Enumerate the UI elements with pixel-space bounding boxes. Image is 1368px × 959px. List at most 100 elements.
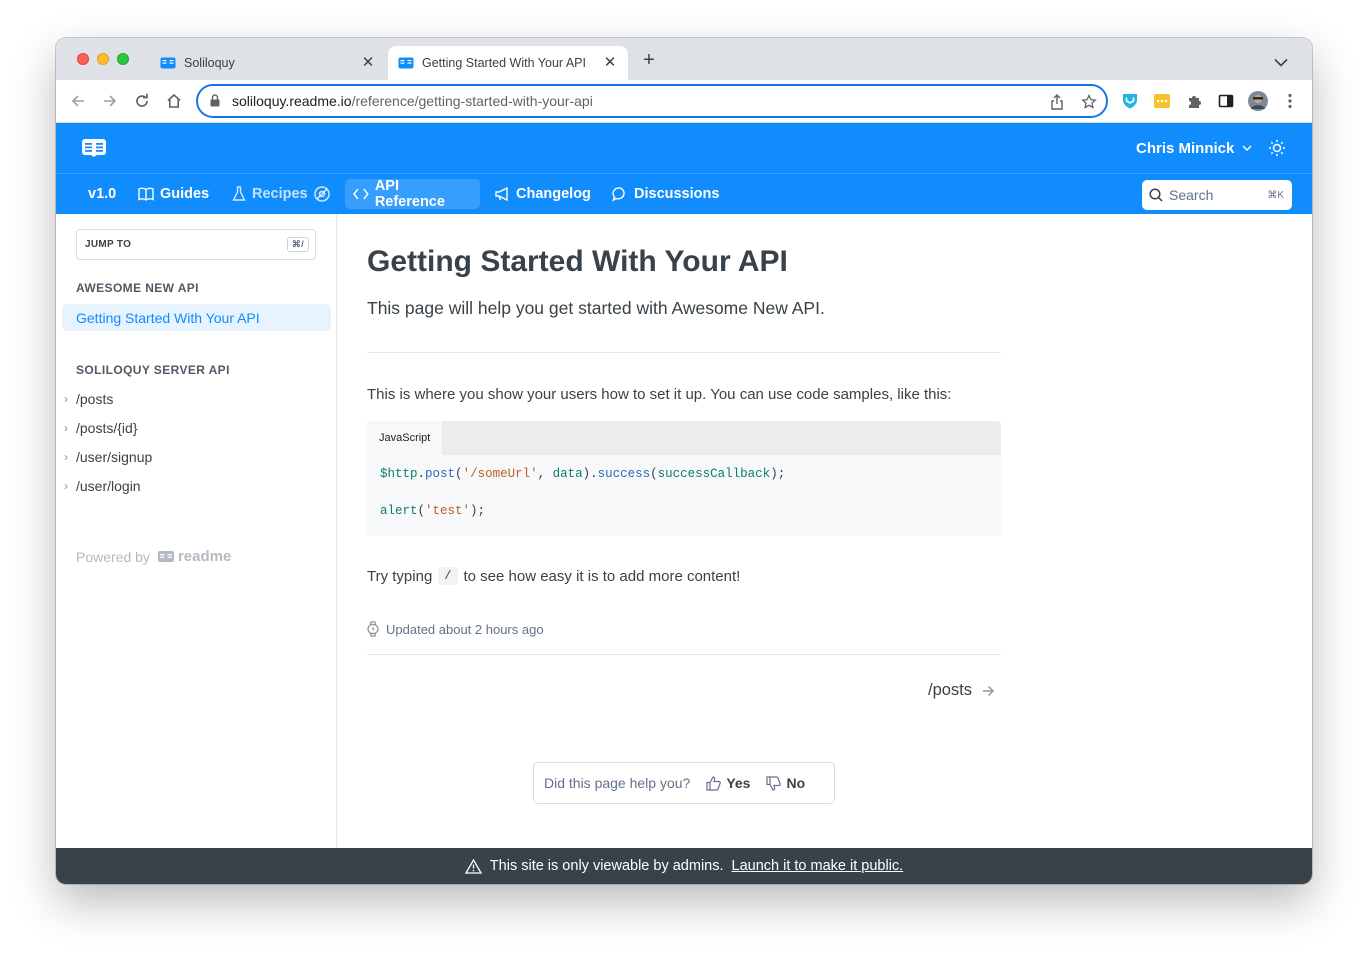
- jump-to-shortcut: ⌘/: [286, 237, 309, 252]
- sidebar-item-user-signup[interactable]: › /user/signup: [64, 449, 152, 465]
- new-tab-button[interactable]: +: [640, 50, 658, 70]
- nav-api-reference[interactable]: API Reference: [345, 178, 480, 210]
- user-name: Chris Minnick: [1136, 140, 1235, 157]
- nav-label: Changelog: [516, 186, 591, 202]
- readme-brand: readme: [177, 548, 232, 565]
- main-content: Getting Started With Your API This page …: [338, 214, 1312, 848]
- back-arrow-icon[interactable]: [68, 91, 88, 111]
- tab-title: Soliloquy: [184, 56, 235, 70]
- nav-label: API Reference: [374, 178, 445, 210]
- sidebar-item-user-login[interactable]: › /user/login: [64, 478, 141, 494]
- tab-getting-started[interactable]: Getting Started With Your API ✕: [388, 46, 628, 80]
- feedback-yes-button[interactable]: Yes: [706, 775, 750, 791]
- readme-logo-icon[interactable]: [82, 139, 106, 157]
- chevron-right-icon: ›: [64, 392, 68, 406]
- extension-password-icon[interactable]: [1152, 91, 1172, 111]
- nav-guides[interactable]: Guides: [130, 179, 217, 209]
- nav-label: Guides: [160, 186, 210, 202]
- sidebar-item-posts[interactable]: › /posts: [64, 391, 113, 407]
- code-tab-javascript[interactable]: JavaScript: [367, 421, 443, 455]
- chevron-down-icon: [1242, 145, 1252, 152]
- sidebar-item-label: /posts/{id}: [76, 420, 138, 436]
- site-nav: v1.0 Guides Recipes API Reference Change…: [56, 174, 1312, 214]
- nav-changelog[interactable]: Changelog: [486, 179, 599, 209]
- nav-label: Discussions: [634, 186, 720, 202]
- inline-code: /: [438, 567, 458, 585]
- code-tabs: JavaScript: [367, 421, 1001, 455]
- close-window-button[interactable]: [77, 53, 89, 65]
- profile-avatar[interactable]: [1248, 91, 1268, 111]
- tab-strip: Soliloquy ✕ Getting Started With Your AP…: [56, 38, 1312, 80]
- search-icon: [1149, 188, 1163, 202]
- chat-bubble-icon: [612, 187, 625, 202]
- sidebar-item-label: /user/login: [76, 478, 141, 494]
- extensions-puzzle-icon[interactable]: [1184, 91, 1204, 111]
- bookmark-star-icon[interactable]: [1080, 93, 1098, 111]
- admin-notice-text: This site is only viewable by admins.: [489, 858, 724, 874]
- address-bar[interactable]: soliloquy.readme.io/reference/getting-st…: [196, 84, 1108, 118]
- thumbs-up-icon: [706, 775, 722, 791]
- reload-icon[interactable]: [132, 91, 152, 111]
- jump-to-label: JUMP TO: [85, 239, 132, 250]
- tab-soliloquy[interactable]: Soliloquy ✕: [150, 46, 386, 80]
- browser-menu-icon[interactable]: [1280, 91, 1300, 111]
- browser-toolbar: soliloquy.readme.io/reference/getting-st…: [56, 80, 1312, 123]
- readme-logo-icon: [157, 550, 174, 562]
- divider: [367, 654, 1001, 655]
- share-icon[interactable]: [1048, 93, 1066, 111]
- chevron-right-icon: ›: [64, 450, 68, 464]
- user-menu[interactable]: Chris Minnick: [1136, 140, 1252, 157]
- powered-by-readme[interactable]: Powered by readme: [76, 548, 231, 565]
- readme-wordmark: readme: [157, 548, 232, 565]
- arrow-right-icon: [983, 685, 995, 696]
- version-label: v1.0: [88, 186, 117, 202]
- feedback-no-button[interactable]: No: [766, 775, 805, 791]
- nav-discussions[interactable]: Discussions: [604, 179, 727, 209]
- version-selector[interactable]: v1.0: [80, 179, 124, 209]
- side-panel-icon[interactable]: [1216, 91, 1236, 111]
- tab-close-icon[interactable]: ✕: [602, 55, 618, 71]
- readme-favicon-icon: [160, 55, 176, 71]
- sun-theme-icon[interactable]: [1268, 139, 1286, 157]
- chevron-right-icon: ›: [64, 421, 68, 435]
- code-brackets-icon: [353, 188, 369, 200]
- tab-title: Getting Started With Your API: [422, 56, 586, 70]
- megaphone-icon: [495, 187, 508, 201]
- tab-search-chevron-icon[interactable]: [1274, 54, 1290, 67]
- lock-icon[interactable]: [210, 94, 222, 108]
- chevron-right-icon: ›: [64, 479, 68, 493]
- sidebar-item-getting-started[interactable]: Getting Started With Your API: [62, 304, 331, 331]
- site-header: Chris Minnick v1.0 Guides Recipes API Re…: [56, 123, 1312, 214]
- code-block: JavaScript $http.post('/someUrl', data).…: [367, 421, 1001, 536]
- sidebar-item-label: /user/signup: [76, 449, 153, 465]
- next-page-link[interactable]: /posts: [928, 681, 995, 700]
- search-button[interactable]: Search ⌘K: [1142, 180, 1292, 210]
- tab-close-icon[interactable]: ✕: [360, 55, 376, 71]
- code-line-2: alert('test');: [380, 504, 486, 518]
- intro-paragraph: This is where you show your users how to…: [367, 386, 952, 403]
- flask-icon: [232, 186, 246, 201]
- extension-shield-icon[interactable]: [1120, 91, 1140, 111]
- nav-recipes[interactable]: Recipes: [224, 179, 338, 209]
- updated-timestamp: Updated about 2 hours ago: [367, 621, 544, 637]
- code-line-1: $http.post('/someUrl', data).success(suc…: [380, 467, 786, 481]
- home-icon[interactable]: [164, 91, 184, 111]
- feedback-widget: Did this page help you? Yes No: [533, 762, 835, 804]
- feedback-question: Did this page help you?: [544, 775, 691, 791]
- browser-window: Soliloquy ✕ Getting Started With Your AP…: [56, 38, 1312, 884]
- try-typing-paragraph: Try typing / to see how easy it is to ad…: [367, 567, 741, 585]
- sidebar-item-posts-id[interactable]: › /posts/{id}: [64, 420, 138, 436]
- sidebar-section-awesome-new-api: AWESOME NEW API: [76, 281, 199, 295]
- page-subtitle: This page will help you get started with…: [367, 298, 825, 318]
- thumbs-down-icon: [766, 775, 782, 791]
- launch-public-link[interactable]: Launch it to make it public.: [732, 858, 904, 874]
- sidebar-item-label: /posts: [76, 391, 114, 407]
- warning-triangle-icon: [464, 858, 482, 874]
- jump-to-input[interactable]: JUMP TO ⌘/: [76, 229, 316, 260]
- sidebar-section-soliloquy-server-api: SOLILOQUY SERVER API: [76, 363, 230, 377]
- forward-arrow-icon[interactable]: [100, 91, 120, 111]
- nav-label: Recipes: [252, 186, 308, 202]
- zoom-window-button[interactable]: [117, 53, 129, 65]
- divider: [367, 352, 1001, 353]
- minimize-window-button[interactable]: [97, 53, 109, 65]
